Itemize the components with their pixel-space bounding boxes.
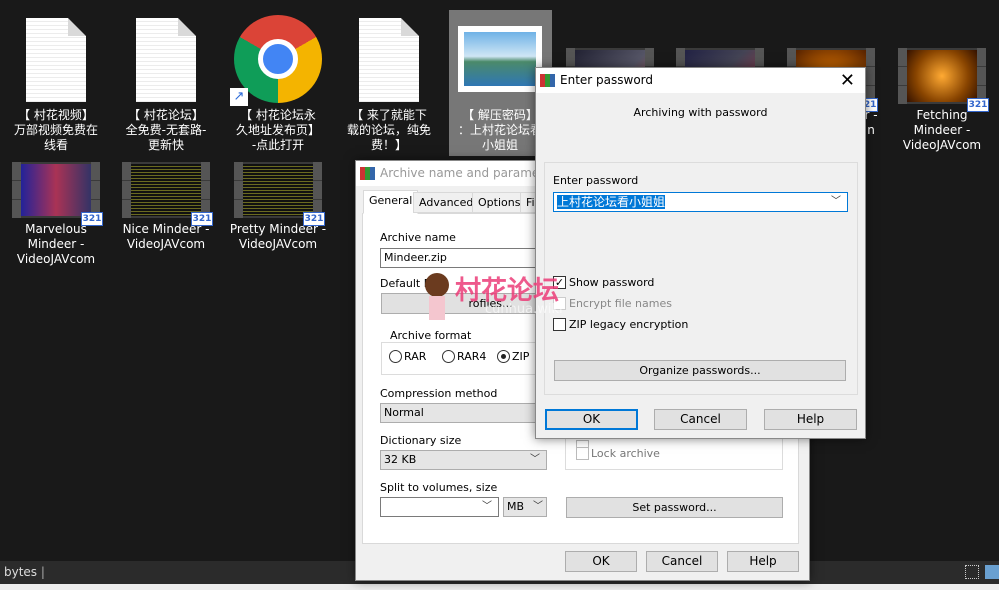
checkbox-lock-archive[interactable] <box>576 447 589 460</box>
desktop-item-video[interactable] <box>556 10 664 104</box>
girl-mascot-icon <box>425 273 449 297</box>
image-file-icon <box>458 26 542 92</box>
radio-rar4[interactable] <box>442 350 455 363</box>
dictionary-label: Dictionary size <box>380 434 462 447</box>
dialog-title: Enter password <box>560 73 653 87</box>
archive-name-label: Archive name <box>380 231 456 244</box>
winrar-icon <box>360 167 375 180</box>
text-file-icon <box>26 18 86 102</box>
radio-rar[interactable] <box>389 350 402 363</box>
mascot-body <box>429 296 445 320</box>
item-label: 【 村花论坛】 全免费-无套路- 更新快 <box>125 108 207 152</box>
password-ok-button[interactable]: OK <box>545 409 638 430</box>
item-label: 【 来了就能下 载的论坛，纯免 费！】 <box>346 108 431 152</box>
enter-password-dialog: Enter password ✕ Archiving with password… <box>535 67 866 439</box>
archive-cancel-button[interactable]: Cancel <box>646 551 718 572</box>
winrar-icon <box>540 74 555 87</box>
item-label: 【 村花论坛永 久地址发布页】 -点此打开 <box>235 108 320 152</box>
desktop-item-pretty-mindeer[interactable]: 321 Pretty Mindeer - VideoJAVcom <box>224 160 332 270</box>
password-help-button[interactable]: Help <box>764 409 857 430</box>
compression-select[interactable]: Normal <box>380 403 540 423</box>
desktop-item-fetching-mindeer[interactable]: 321 Fetching Mindeer - VideoJAVcom <box>888 10 996 156</box>
tab-advanced[interactable]: Advanced <box>413 192 480 213</box>
details-view-icon[interactable] <box>965 565 979 579</box>
item-label: Marvelous Mindeer - VideoJAVcom <box>16 222 96 266</box>
watermark-logo: 村花论坛 cunhua.wiki <box>425 270 605 330</box>
desktop-item-forum-file[interactable]: 【 村花论坛】 全免费-无套路- 更新快 <box>112 10 220 156</box>
chevron-down-icon: ﹀ <box>533 501 543 512</box>
title-bar: Enter password ✕ <box>536 68 865 93</box>
close-icon[interactable]: ✕ <box>840 68 855 93</box>
organize-passwords-button[interactable]: Organize passwords... <box>554 360 846 381</box>
chevron-down-icon: ﹀ <box>482 501 492 512</box>
desktop-item-video[interactable] <box>666 10 774 104</box>
video-thumbnail: 321 <box>122 162 213 226</box>
lock-archive-label: Lock archive <box>591 447 660 460</box>
status-text: bytes <box>4 565 38 579</box>
text-file-icon <box>359 18 419 102</box>
radio-zip-label: ZIP <box>512 350 530 363</box>
item-label: Pretty Mindeer - VideoJAVcom <box>229 222 327 251</box>
item-label: Fetching Mindeer - VideoJAVcom <box>902 108 982 152</box>
set-password-button[interactable]: Set password... <box>566 497 783 518</box>
password-input[interactable]: 上村花论坛看小姐姐 ﹀ <box>553 192 848 212</box>
password-cancel-button[interactable]: Cancel <box>654 409 747 430</box>
chevron-down-icon: ﹀ <box>530 454 540 465</box>
desktop-item-marvelous-mindeer[interactable]: 321 Marvelous Mindeer - VideoJAVcom <box>2 160 110 270</box>
archive-format-label: Archive format <box>388 329 474 342</box>
desktop-item-chrome-shortcut[interactable]: ↗ 【 村花论坛永 久地址发布页】 -点此打开 <box>224 10 332 156</box>
video-thumbnail: 321 <box>898 48 989 112</box>
enter-password-label: Enter password <box>553 174 639 187</box>
text-file-icon <box>136 18 196 102</box>
desktop-item-download-file[interactable]: 【 来了就能下 载的论坛，纯免 费！】 <box>335 10 443 156</box>
split-label: Split to volumes, size <box>380 481 498 494</box>
desktop-item-nice-mindeer[interactable]: 321 Nice Mindeer - VideoJAVcom <box>112 160 220 270</box>
shortcut-arrow-icon: ↗ <box>230 88 248 106</box>
watermark-subtext: cunhua.wiki <box>485 302 563 317</box>
split-unit-select[interactable]: MB ﹀ <box>503 497 547 517</box>
dictionary-select[interactable]: 32 KB ﹀ <box>380 450 547 470</box>
video-thumbnail: 321 <box>12 162 103 226</box>
item-label: Nice Mindeer - VideoJAVcom <box>122 222 210 251</box>
archive-help-button[interactable]: Help <box>727 551 799 572</box>
tab-options[interactable]: Options <box>472 192 527 213</box>
archive-ok-button[interactable]: OK <box>565 551 637 572</box>
radio-rar-label: RAR <box>404 350 427 363</box>
compression-label: Compression method <box>380 387 498 400</box>
chevron-down-icon: ﹀ <box>831 196 841 207</box>
item-label: 【 村花视频】 万部视频免费在 线看 <box>13 108 98 152</box>
large-icons-view-icon[interactable] <box>985 565 999 579</box>
radio-zip[interactable] <box>497 350 510 363</box>
tab-general[interactable]: General <box>363 190 419 214</box>
radio-rar4-label: RAR4 <box>457 350 487 363</box>
split-size-input[interactable]: ﹀ <box>380 497 499 517</box>
desktop-item-video-file[interactable]: 【 村花视频】 万部视频免费在 线看 <box>2 10 110 156</box>
video-thumbnail: 321 <box>234 162 325 226</box>
dialog-heading: Archiving with password <box>633 106 768 119</box>
archive-name-input[interactable]: Mindeer.zip <box>380 248 540 268</box>
